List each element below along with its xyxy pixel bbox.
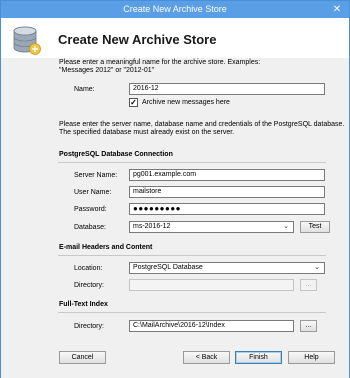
chevron-down-icon: ⌄ [283, 223, 289, 230]
headers-directory-input [129, 279, 294, 291]
location-select-value: PostgreSQL Database [133, 264, 203, 271]
db-connection-section-title: PostgreSQL Database Connection [59, 151, 173, 158]
title-bar: Create New Archive Store ✕ [1, 1, 349, 18]
test-button[interactable]: Test [300, 221, 330, 233]
server-name-label: Server Name: [74, 172, 118, 179]
password-input[interactable]: ●●●●●●●●● [129, 203, 325, 215]
headers-directory-label: Directory: [74, 282, 104, 289]
finish-button[interactable]: Finish [235, 351, 282, 364]
name-input[interactable]: 2016-12 [129, 83, 325, 95]
db-section-divider [58, 162, 326, 163]
db-intro-line-1: Please enter the server name, database n… [59, 121, 345, 128]
database-icon [13, 26, 41, 55]
headers-section-divider [58, 255, 326, 256]
intro-line-2: "Messages 2012" or "2012-01" [59, 67, 155, 74]
close-icon[interactable]: ✕ [331, 4, 343, 15]
location-label: Location: [74, 265, 103, 272]
dialog-window: Create New Archive Store ✕ Create New Ar… [0, 0, 350, 378]
index-directory-input[interactable]: C:\MailArchive\2016-12\Index [129, 320, 294, 332]
chevron-down-icon: ⌄ [314, 264, 320, 271]
page-title: Create New Archive Store [58, 32, 217, 47]
headers-browse-button: ... [300, 279, 317, 291]
database-select-value: ms-2016-12 [133, 223, 171, 230]
help-button[interactable]: Help [288, 351, 335, 364]
dialog-body: Please enter a meaningful name for the a… [1, 58, 349, 378]
db-intro-line-2: The specified database must already exis… [59, 129, 235, 136]
archive-new-messages-checkbox[interactable]: ✓ [129, 98, 138, 107]
back-button[interactable]: < Back [183, 351, 230, 364]
fulltext-section-title: Full-Text Index [59, 301, 108, 308]
cancel-button[interactable]: Cancel [59, 351, 106, 364]
archive-new-messages-label: Archive new messages here [142, 99, 230, 106]
index-directory-label: Directory: [74, 323, 104, 330]
server-name-input[interactable]: pg001.example.com [129, 169, 325, 181]
database-select[interactable]: ms-2016-12 ⌄ [129, 221, 294, 233]
user-name-label: User Name: [74, 189, 112, 196]
intro-line-1: Please enter a meaningful name for the a… [59, 59, 261, 66]
fulltext-section-divider [58, 312, 326, 313]
name-label: Name: [74, 86, 95, 93]
user-name-input[interactable]: mailstore [129, 186, 325, 198]
password-label: Password: [74, 206, 107, 213]
index-browse-button[interactable]: ... [300, 320, 317, 332]
window-title: Create New Archive Store [123, 4, 227, 14]
dialog-header: Create New Archive Store [1, 18, 349, 58]
database-label: Database: [74, 224, 106, 231]
location-select[interactable]: PostgreSQL Database ⌄ [129, 262, 325, 274]
headers-section-title: E-mail Headers and Content [59, 244, 153, 251]
